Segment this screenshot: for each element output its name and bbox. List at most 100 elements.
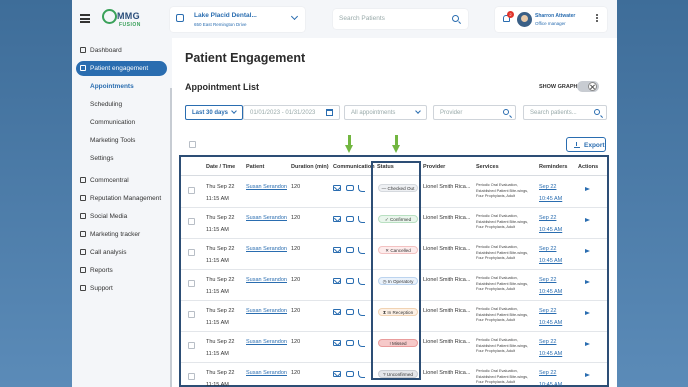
header-date-time[interactable]: Date / Time xyxy=(206,164,235,170)
reminder-date-link[interactable]: Sep 22 xyxy=(539,246,556,252)
sidebar-subitem-settings[interactable]: Settings xyxy=(90,155,114,162)
row-checkbox[interactable] xyxy=(188,280,195,287)
phone-icon[interactable] xyxy=(358,278,365,285)
header-reminders[interactable]: Reminders xyxy=(539,164,567,170)
reminder-time-link[interactable]: 10:45 AM xyxy=(539,258,562,264)
avatar[interactable] xyxy=(517,12,532,27)
sidebar-subitem-communication[interactable]: Communication xyxy=(90,119,135,126)
email-icon[interactable] xyxy=(333,216,341,222)
sidebar-item-call-analysis[interactable]: Call analysis xyxy=(76,245,167,260)
reminder-date-link[interactable]: Sep 22 xyxy=(539,184,556,190)
row-checkbox[interactable] xyxy=(188,311,195,318)
show-graph-toggle[interactable] xyxy=(577,81,599,92)
header-duration[interactable]: Duration (min) xyxy=(291,164,329,170)
provider-search-input[interactable]: Provider xyxy=(433,105,516,120)
send-icon[interactable] xyxy=(585,187,590,191)
search-icon[interactable] xyxy=(452,15,459,22)
user-menu[interactable]: 2 Sharron Attwater Office manager xyxy=(495,7,607,32)
email-icon[interactable] xyxy=(333,371,341,377)
header-communication[interactable]: Communication xyxy=(333,164,375,170)
send-icon[interactable] xyxy=(585,280,590,284)
patient-search-input[interactable]: Search Patients xyxy=(333,9,468,29)
reminder-date-link[interactable]: Sep 22 xyxy=(539,308,556,314)
sidebar-item-patient-engagement[interactable]: Patient engagement xyxy=(76,61,167,76)
email-icon[interactable] xyxy=(333,185,341,191)
export-button[interactable]: Export xyxy=(566,137,606,152)
phone-icon[interactable] xyxy=(358,371,365,378)
appointments-select[interactable]: All appointments xyxy=(344,105,427,120)
reminder-date-link[interactable]: Sep 22 xyxy=(539,339,556,345)
chat-icon[interactable] xyxy=(346,216,354,222)
sidebar-subitem-marketing-tools[interactable]: Marketing Tools xyxy=(90,137,135,144)
date-picker[interactable]: 01/01/2023 - 01/31/2023 xyxy=(243,105,340,120)
sidebar-item-reports[interactable]: Reports xyxy=(76,263,167,278)
chat-icon[interactable] xyxy=(346,309,354,315)
sidebar-item-commcentral[interactable]: Commcentral xyxy=(76,173,167,188)
patient-link[interactable]: Susan Serandon xyxy=(246,215,287,221)
sidebar-subitem-scheduling[interactable]: Scheduling xyxy=(90,101,122,108)
email-icon[interactable] xyxy=(333,247,341,253)
phone-icon[interactable] xyxy=(358,216,365,223)
header-services[interactable]: Services xyxy=(476,164,499,170)
sidebar-item-dashboard[interactable]: Dashboard xyxy=(76,43,167,58)
patient-link[interactable]: Susan Serandon xyxy=(246,308,287,314)
tracker-icon xyxy=(80,231,86,237)
date-range-select[interactable]: Last 30 days xyxy=(185,105,243,120)
email-icon[interactable] xyxy=(333,340,341,346)
send-icon[interactable] xyxy=(585,342,590,346)
sidebar-subitem-appointments[interactable]: Appointments xyxy=(90,83,134,90)
chat-icon[interactable] xyxy=(346,340,354,346)
chat-icon[interactable] xyxy=(346,371,354,377)
reports-icon xyxy=(80,267,86,273)
sidebar-item-reputation-management[interactable]: Reputation Management xyxy=(76,191,167,206)
phone-icon[interactable] xyxy=(358,340,365,347)
row-checkbox[interactable] xyxy=(188,249,195,256)
send-icon[interactable] xyxy=(585,373,590,377)
sidebar-item-social-media[interactable]: Social Media xyxy=(76,209,167,224)
patient-link[interactable]: Susan Serandon xyxy=(246,246,287,252)
patient-link[interactable]: Susan Serandon xyxy=(246,184,287,190)
phone-icon[interactable] xyxy=(358,247,365,254)
patients-search-input[interactable]: Search patients... xyxy=(523,105,607,120)
chat-icon[interactable] xyxy=(346,247,354,253)
row-services-line: Four Prophylaxis, Adult xyxy=(476,225,516,229)
practice-selector[interactable]: Lake Placid Dental... 650 East Remington… xyxy=(170,7,305,32)
header-actions[interactable]: Actions xyxy=(578,164,598,170)
reminder-time-link[interactable]: 10:45 AM xyxy=(539,351,562,357)
send-icon[interactable] xyxy=(585,311,590,315)
row-duration: 120 xyxy=(291,308,301,314)
send-icon[interactable] xyxy=(585,249,590,253)
email-icon[interactable] xyxy=(333,309,341,315)
row-checkbox[interactable] xyxy=(188,218,195,225)
reminder-date-link[interactable]: Sep 22 xyxy=(539,277,556,283)
row-checkbox[interactable] xyxy=(188,187,195,194)
header-provider[interactable]: Provider xyxy=(423,164,445,170)
row-date: Thu Sep 22 xyxy=(206,370,235,376)
reminder-date-link[interactable]: Sep 22 xyxy=(539,215,556,221)
chat-icon[interactable] xyxy=(346,278,354,284)
phone-icon[interactable] xyxy=(358,185,365,192)
patient-link[interactable]: Susan Serandon xyxy=(246,277,287,283)
email-icon[interactable] xyxy=(333,278,341,284)
patient-link[interactable]: Susan Serandon xyxy=(246,339,287,345)
reminder-time-link[interactable]: 10:45 AM xyxy=(539,289,562,295)
reminder-time-link[interactable]: 10:45 AM xyxy=(539,320,562,326)
social-icon xyxy=(80,213,86,219)
send-icon[interactable] xyxy=(585,218,590,222)
header-patient[interactable]: Patient xyxy=(246,164,264,170)
reminder-time-link[interactable]: 10:45 AM xyxy=(539,196,562,202)
row-checkbox[interactable] xyxy=(188,373,195,380)
menu-icon[interactable] xyxy=(80,14,90,23)
row-provider: Lionel Smith Rica... xyxy=(423,339,471,345)
more-options-icon[interactable] xyxy=(596,14,598,16)
sidebar-item-support[interactable]: Support xyxy=(76,281,167,296)
patient-link[interactable]: Susan Serandon xyxy=(246,370,287,376)
reminder-time-link[interactable]: 10:45 AM xyxy=(539,382,562,387)
phone-icon[interactable] xyxy=(358,309,365,316)
chat-icon[interactable] xyxy=(346,185,354,191)
sidebar-item-marketing-tracker[interactable]: Marketing tracker xyxy=(76,227,167,242)
reminder-date-link[interactable]: Sep 22 xyxy=(539,370,556,376)
row-checkbox[interactable] xyxy=(188,342,195,349)
reminder-time-link[interactable]: 10:45 AM xyxy=(539,227,562,233)
select-all-checkbox[interactable] xyxy=(189,141,196,148)
